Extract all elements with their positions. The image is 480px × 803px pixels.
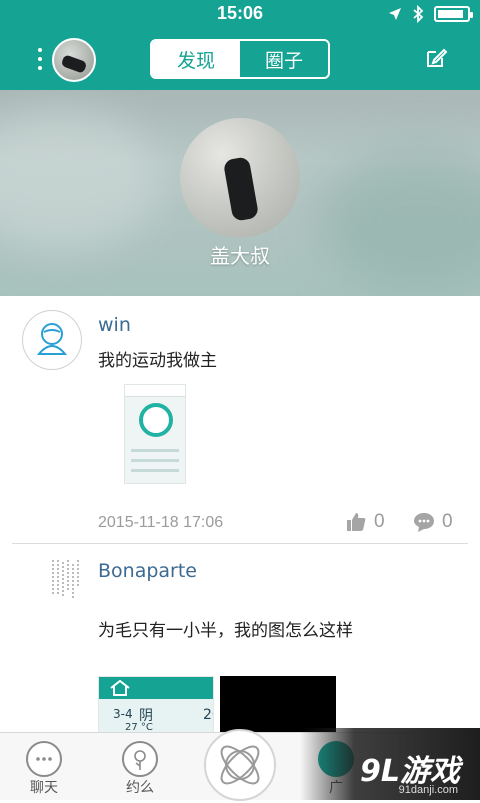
tab-meetup[interactable]: 约么 bbox=[100, 739, 180, 799]
post-image[interactable] bbox=[124, 384, 186, 484]
home-icon bbox=[110, 679, 130, 696]
tab-chat[interactable]: 聊天 bbox=[4, 739, 84, 799]
like-count: 0 bbox=[374, 511, 385, 532]
bluetooth-icon bbox=[413, 5, 424, 23]
chat-bubble-icon bbox=[26, 741, 62, 777]
post-image[interactable]: 3-4 阴 27 °C 20 bbox=[98, 676, 214, 732]
site-watermark: 9L游戏 91danji.com bbox=[300, 728, 480, 800]
default-user-icon bbox=[36, 323, 68, 355]
tab-label: 聊天 bbox=[30, 780, 58, 796]
center-orbit-button[interactable] bbox=[204, 729, 276, 801]
nav-user-avatar[interactable] bbox=[52, 38, 96, 82]
post-text: 我的运动我做主 bbox=[98, 351, 217, 371]
comment-icon bbox=[414, 513, 434, 532]
watermark-url: 91danji.com bbox=[398, 784, 458, 796]
location-arrow-icon bbox=[389, 8, 401, 20]
battery-icon bbox=[434, 6, 473, 22]
post-username[interactable]: win bbox=[98, 314, 131, 336]
feed-list: win 我的运动我做主 2015-11-18 17:06 0 0 Bonapar… bbox=[0, 296, 480, 732]
tab-label: 约么 bbox=[126, 780, 154, 796]
like-button[interactable]: 0 bbox=[344, 510, 385, 534]
post-text: 为毛只有一小半，我的图怎么这样 bbox=[98, 621, 353, 641]
image-temp: 27 °C bbox=[125, 722, 153, 732]
orbit-icon bbox=[220, 745, 260, 785]
profile-avatar[interactable] bbox=[180, 118, 300, 238]
segment-tabs: 发现 圈子 bbox=[150, 39, 330, 79]
image-right-text: 20 bbox=[203, 707, 213, 723]
compose-icon[interactable] bbox=[424, 46, 448, 70]
status-icons bbox=[388, 5, 473, 23]
top-navbar: 发现 圈子 bbox=[0, 28, 480, 90]
post-timestamp: 2015-11-18 17:06 bbox=[98, 514, 224, 531]
menu-dots-icon[interactable] bbox=[30, 44, 50, 74]
tab-discover[interactable]: 发现 bbox=[152, 41, 240, 77]
feed-post: Bonaparte 为毛只有一小半，我的图怎么这样 3-4 阴 27 °C 20 bbox=[0, 544, 480, 732]
status-bar: 15:06 bbox=[0, 0, 480, 28]
flower-icon bbox=[122, 741, 158, 777]
battery-level bbox=[438, 10, 463, 18]
post-image[interactable] bbox=[220, 676, 336, 732]
thumbs-up-icon bbox=[347, 513, 366, 531]
comment-button[interactable]: 0 bbox=[412, 510, 453, 534]
user-avatar[interactable] bbox=[50, 558, 82, 602]
smart-band-image bbox=[222, 156, 260, 222]
user-avatar[interactable] bbox=[22, 310, 82, 370]
tab-circle[interactable]: 圈子 bbox=[240, 41, 328, 77]
profile-banner: 盖大叔 bbox=[0, 90, 480, 296]
profile-name: 盖大叔 bbox=[210, 244, 270, 268]
image-date: 3-4 bbox=[113, 707, 133, 721]
post-username[interactable]: Bonaparte bbox=[98, 560, 197, 582]
comment-count: 0 bbox=[442, 511, 453, 532]
feed-post: win 我的运动我做主 2015-11-18 17:06 0 0 bbox=[0, 296, 480, 544]
